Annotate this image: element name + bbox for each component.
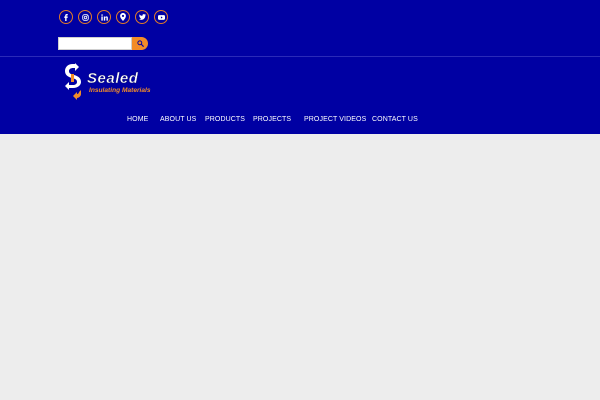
nav-home[interactable]: HOME	[127, 116, 148, 123]
social-links	[59, 10, 173, 24]
nav-project-videos[interactable]: PROJECT VIDEOS	[304, 116, 366, 123]
site-logo[interactable]: Sealed Insulating Materials	[63, 62, 167, 104]
nav-projects[interactable]: PROJECTS	[253, 116, 291, 123]
map-pin-icon[interactable]	[116, 10, 130, 24]
nav-contact-us[interactable]: CONTACT US	[372, 116, 418, 123]
youtube-icon[interactable]	[154, 10, 168, 24]
facebook-icon[interactable]	[59, 10, 73, 24]
header-divider	[0, 56, 600, 57]
site-header: Sealed Insulating Materials HOME ABOUT U…	[0, 0, 600, 134]
svg-text:Insulating Materials: Insulating Materials	[89, 87, 151, 94]
twitter-icon[interactable]	[135, 10, 149, 24]
search-button[interactable]	[132, 37, 148, 50]
nav-products[interactable]: PRODUCTS	[205, 116, 245, 123]
sealed-logo-graphic: Sealed Insulating Materials	[65, 63, 151, 100]
nav-about-us[interactable]: ABOUT US	[160, 116, 196, 123]
instagram-icon[interactable]	[78, 10, 92, 24]
page-content	[0, 134, 600, 400]
linkedin-icon[interactable]	[97, 10, 111, 24]
search-input[interactable]	[58, 37, 132, 50]
search-icon	[136, 40, 144, 47]
svg-text:Sealed: Sealed	[87, 70, 139, 87]
